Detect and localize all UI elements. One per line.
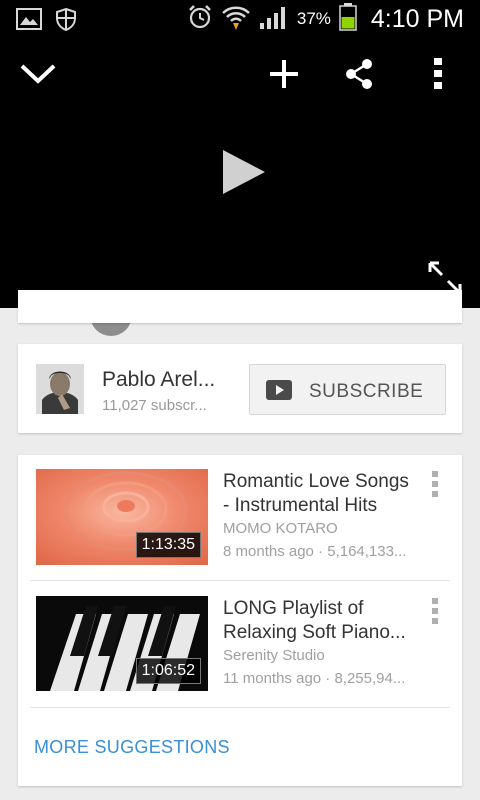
video-meta: 11 months ago · 8,255,94... xyxy=(223,670,406,687)
video-menu-button[interactable] xyxy=(430,471,440,497)
chevron-down-icon xyxy=(19,62,57,91)
video-title-line-2[interactable]: - Instrumental Hits xyxy=(223,494,423,518)
video-title-line-2[interactable]: Relaxing Soft Piano... xyxy=(223,621,423,645)
video-info-card xyxy=(18,290,462,323)
status-notifications xyxy=(16,7,78,36)
video-thumbnail[interactable]: 1:06:52 xyxy=(36,596,208,691)
video-player[interactable]: 0:00:18 1:26:34 xyxy=(0,38,480,336)
alarm-icon xyxy=(187,4,213,35)
divider xyxy=(30,707,450,708)
video-menu-button[interactable] xyxy=(430,598,440,624)
video-title-line-1[interactable]: LONG Playlist of xyxy=(223,597,423,621)
youtube-icon xyxy=(266,380,292,405)
video-channel: MOMO KOTARO xyxy=(223,520,338,537)
signal-icon xyxy=(259,4,289,35)
clock: 4:10 PM xyxy=(370,4,464,33)
more-suggestions-button[interactable]: MORE SUGGESTIONS xyxy=(34,737,230,758)
status-bar: 37% 4:10 PM xyxy=(0,0,480,38)
add-to-playlist-button[interactable] xyxy=(264,58,304,94)
avatar[interactable] xyxy=(36,364,84,414)
share-icon xyxy=(344,58,374,95)
video-title-line-1[interactable]: Romantic Love Songs xyxy=(223,470,423,494)
channel-name[interactable]: Pablo Arel... xyxy=(102,368,224,392)
video-meta: 8 months ago · 5,164,133... xyxy=(223,543,407,560)
shield-icon xyxy=(54,7,78,36)
subscribe-label: SUBSCRIBE xyxy=(309,381,424,402)
video-channel: Serenity Studio xyxy=(223,647,325,664)
share-button[interactable] xyxy=(340,58,378,94)
status-system: 37% 4:10 PM xyxy=(187,2,464,36)
more-vert-icon xyxy=(432,57,444,95)
gallery-icon xyxy=(16,8,42,35)
video-duration: 1:06:52 xyxy=(135,658,201,684)
channel-subscribers: 11,027 subscr... xyxy=(102,397,207,414)
minimize-button[interactable] xyxy=(16,58,60,94)
wifi-icon xyxy=(221,3,251,36)
battery-percent: 37% xyxy=(296,9,331,28)
play-button[interactable] xyxy=(214,146,274,202)
add-icon xyxy=(269,59,299,94)
play-icon xyxy=(221,148,267,201)
subscribe-button[interactable]: SUBSCRIBE xyxy=(249,364,446,415)
player-menu-button[interactable] xyxy=(420,57,456,95)
video-thumbnail[interactable]: 1:13:35 xyxy=(36,469,208,565)
video-duration: 1:13:35 xyxy=(135,532,201,558)
divider xyxy=(30,580,450,581)
battery-icon xyxy=(339,2,357,36)
